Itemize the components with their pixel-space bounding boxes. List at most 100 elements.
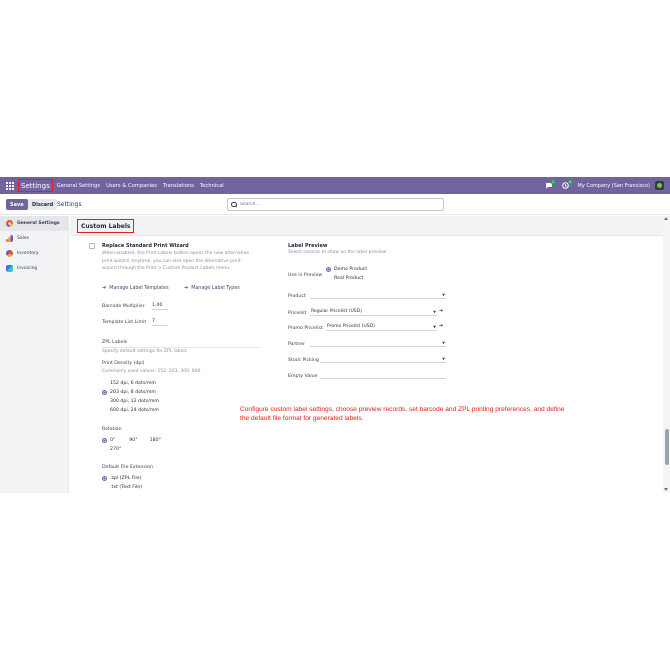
radio-label: Demo Product [334,267,368,272]
caret-down-icon: ▼ [442,356,445,361]
sidebar-item-general-settings[interactable]: General Settings [0,216,68,231]
preview-option-demo[interactable]: Demo Product [326,265,367,274]
scroll-up-icon[interactable] [664,217,668,220]
pricelist-label: Pricelist [288,311,307,316]
description-line: wizard through the Print > Custom Produc… [102,266,231,271]
replace-wizard-checkbox[interactable] [89,243,95,249]
invoicing-icon [6,265,13,272]
radio-button[interactable] [102,476,107,481]
radio-button[interactable] [102,438,107,443]
description-line: print wizard. Anytime, you can also open… [102,258,241,264]
messages-icon[interactable]: 1 [544,179,556,190]
caret-down-icon: ▼ [442,292,445,297]
radio-label: 90° [129,438,138,443]
menu-general-settings[interactable]: General Settings [57,183,100,189]
manage-label-types-link[interactable]: ➔ Manage Label Types [184,285,240,291]
promo-pricelist-external-link-icon[interactable]: ➔ [439,323,443,329]
rotation-option-270[interactable]: 270° [102,445,182,454]
caret-down-icon: ▼ [442,340,445,345]
radio-label: .txt (Text File) [110,485,142,490]
radio-button[interactable] [102,390,107,395]
scroll-thumb[interactable] [664,429,669,465]
sidebar-item-inventory[interactable]: Inventory [0,246,68,261]
activities-badge: 4 [567,179,573,185]
menu-users-companies[interactable]: Users & Companies [106,183,157,189]
file-ext-option-zpl[interactable]: .zpl (ZPL File) [102,474,142,483]
file-ext-option-txt[interactable]: .txt (Text File) [102,483,142,492]
empty-value-input[interactable] [320,371,446,379]
density-option-152[interactable]: 152 dpi, 6 dots/mm [102,379,159,388]
product-label: Product [288,294,306,299]
promo-pricelist-label: Promo Pricelist [288,326,323,331]
settings-icon [6,220,13,227]
sidebar-item-invoicing[interactable]: Invoicing [0,261,68,276]
rotation-option-0[interactable]: 0° [102,436,115,445]
radio-label: 300 dpi, 12 dots/mm [110,399,159,404]
radio-label: 203 dpi, 8 dots/mm [110,390,156,395]
pricelist-external-link-icon[interactable]: ➔ [439,308,443,314]
app-grid-icon[interactable] [6,181,14,190]
radio-label: 0° [110,438,116,443]
activities-icon[interactable]: 4 [561,179,573,190]
select-value: Promo Pricelist (USD) [327,324,375,329]
density-option-300[interactable]: 300 dpi, 12 dots/mm [102,397,159,406]
replace-wizard-title: Replace Standard Print Wizard [102,243,189,249]
barcode-multiplier-label: Barcode Multiplier [102,304,145,309]
manage-label-templates-link[interactable]: ➔ Manage Label Templates [102,285,169,291]
menu-technical[interactable]: Technical [200,183,224,189]
empty-value-label: Empty Value [288,374,318,379]
select-value: Regular Pricelist (USD) [311,309,362,314]
print-density-label: Print Density (dpi) [102,361,145,366]
print-density-options: 152 dpi, 6 dots/mm 203 dpi, 8 dots/mm 30… [102,379,159,415]
annotation-text: Configure custom label settings, choose … [240,406,565,422]
rotation-option-180[interactable]: 180° [146,436,161,445]
stock-picking-label: Stock Picking [288,358,320,363]
rotation-option-90[interactable]: 90° [123,436,137,445]
barcode-multiplier-input[interactable]: 1.00 [152,303,168,310]
description-line: When enabled, the Print Labels button op… [102,251,250,256]
product-select[interactable]: ▼ [310,291,446,299]
messages-badge: 1 [550,179,556,185]
rotation-options: 0° 90° 180° 270° [102,436,182,454]
radio-label: 600 dpi, 24 dots/mm [110,408,159,413]
discard-button[interactable]: Discard [28,199,58,210]
arrow-right-icon: ➔ [102,285,107,291]
partner-label: Partner [288,342,306,347]
radio-label: 270° [110,447,122,452]
density-option-600[interactable]: 600 dpi, 24 dots/mm [102,406,159,415]
zpl-labels-title: ZPL Labels [102,340,128,345]
file-extension-options: .zpl (ZPL File) .txt (Text File) [102,474,142,492]
radio-label: 180° [149,438,161,443]
control-panel: Save Discard Settings [0,194,670,215]
preview-option-real[interactable]: Real Product [326,274,367,283]
radio-label: Real Product [334,276,364,281]
partner-select[interactable]: ▼ [310,339,446,347]
search-box[interactable] [227,198,444,211]
stock-picking-select[interactable]: ▼ [320,355,446,363]
rotation-label: Rotation [102,427,122,432]
user-avatar[interactable] [655,181,664,190]
top-navbar: Settings General Settings Users & Compan… [0,177,670,194]
replace-wizard-description: When enabled, the Print Labels button op… [102,250,282,273]
search-icon [231,201,237,208]
inventory-icon [6,250,13,257]
radio-button[interactable] [326,267,331,272]
template-list-limit-input[interactable]: 7 [152,319,168,326]
sidebar-item-sales[interactable]: Sales [0,231,68,246]
caret-down-icon: ▼ [433,309,436,314]
main-scrollbar[interactable] [663,216,670,493]
company-switcher[interactable]: My Company (San Francisco) [578,183,651,189]
density-option-203[interactable]: 203 dpi, 8 dots/mm [102,388,159,397]
sales-icon [6,235,13,242]
scroll-down-icon[interactable] [664,488,668,491]
search-input[interactable] [240,202,430,207]
pricelist-select[interactable]: Regular Pricelist (USD) ▼ [310,308,437,316]
save-button[interactable]: Save [6,199,28,210]
sidebar-item-label: Sales [17,236,29,241]
promo-pricelist-select[interactable]: Promo Pricelist (USD) ▼ [326,323,437,331]
sidebar-item-label: General Settings [17,221,60,226]
use-in-preview-options: Demo Product Real Product [326,265,367,283]
menu-translations[interactable]: Translations [163,183,194,189]
page-title: Settings [57,201,82,208]
app-name[interactable]: Settings [18,179,53,192]
